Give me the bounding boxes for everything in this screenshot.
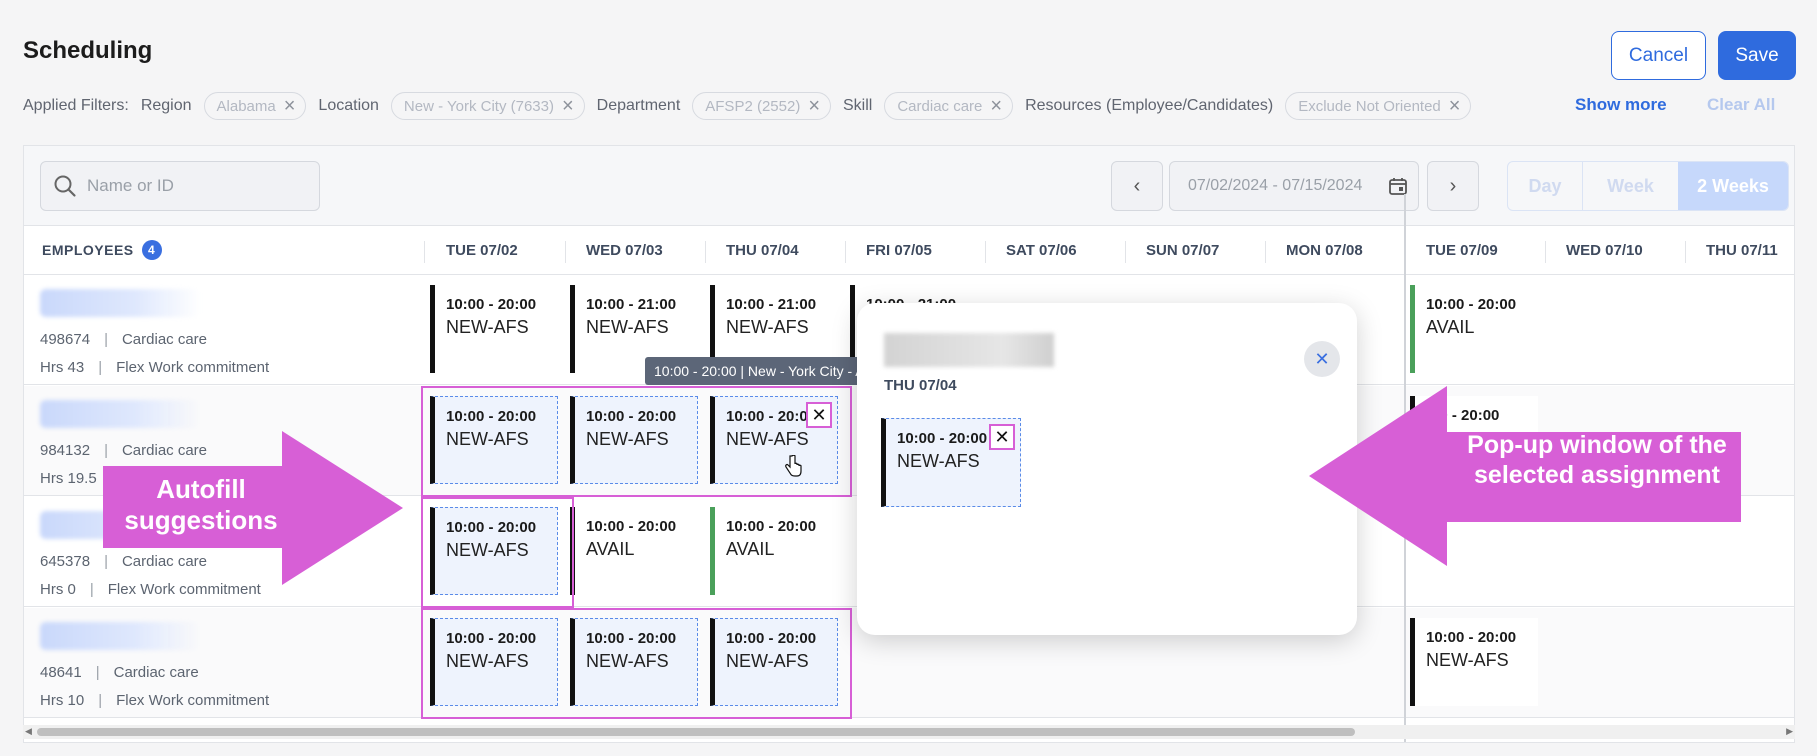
left-annotation-label: Autofill suggestions [124,474,278,536]
right-annotation-label: Pop-up window of the selected assignment [1467,431,1727,489]
annotation-overlay [103,386,1741,585]
